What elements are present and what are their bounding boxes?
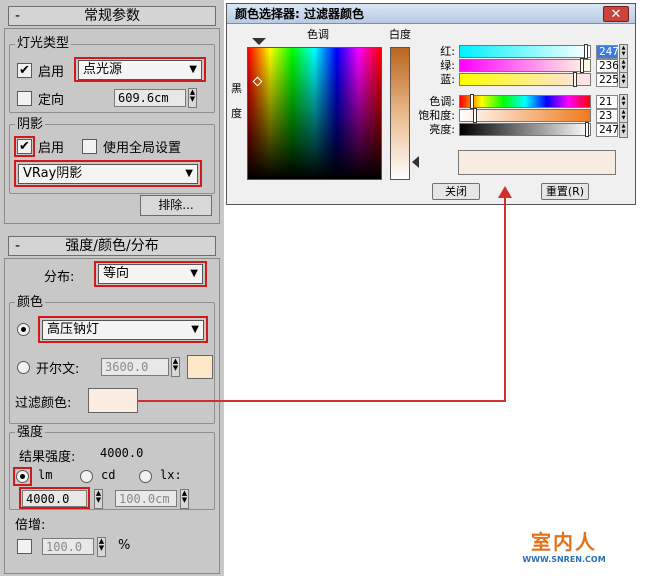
- connector-line: [138, 196, 506, 402]
- watermark-logo: 室内人 WWW.SNREN.COM: [512, 530, 616, 574]
- connector-arrow: [138, 186, 512, 402]
- watermark-brand: 室内人: [531, 530, 597, 554]
- watermark-url: WWW.SNREN.COM: [522, 555, 606, 564]
- arrowhead-icon: [498, 186, 512, 198]
